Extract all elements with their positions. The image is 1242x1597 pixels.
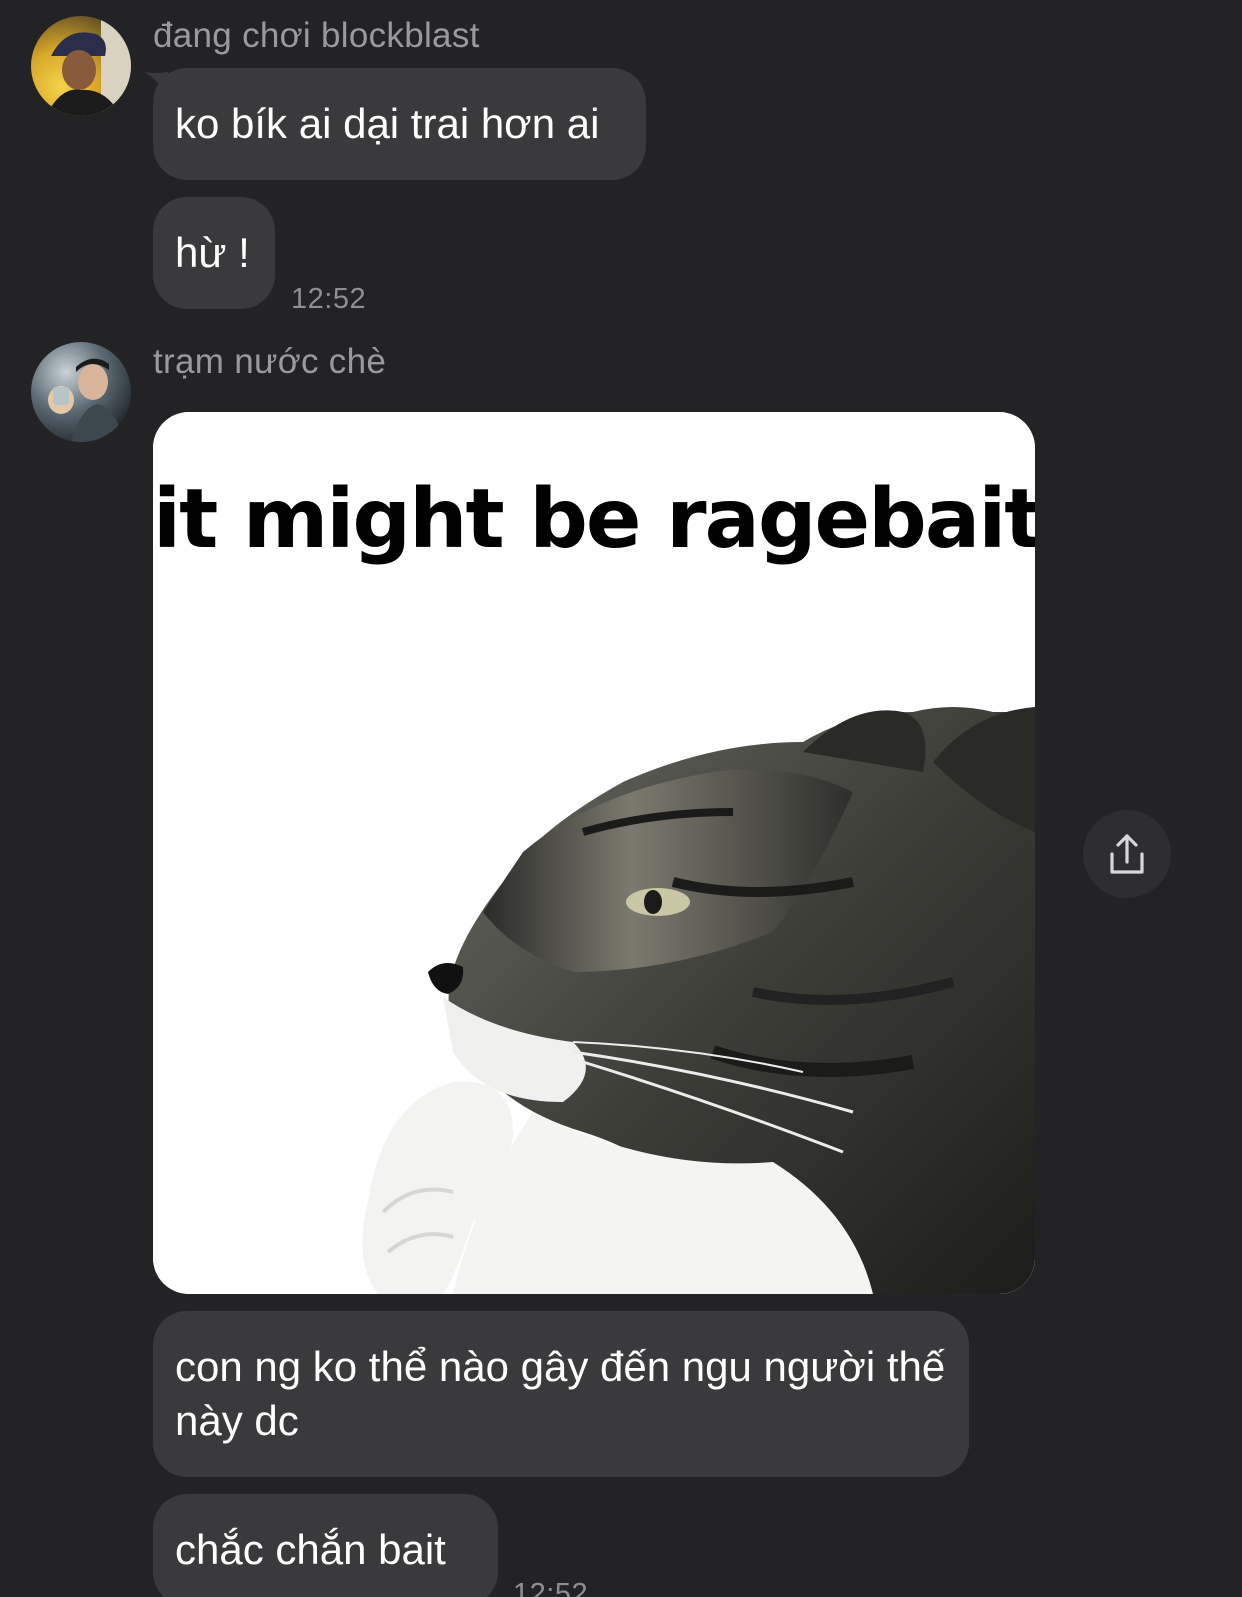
message-bubble[interactable]: chắc chắn bait — [153, 1494, 498, 1597]
image-message[interactable]: it might be ragebait — [153, 412, 1035, 1294]
message-bubble[interactable]: con ng ko thể nào gây đến ngu người thế … — [153, 1311, 969, 1477]
sender-name: trạm nước chè — [153, 342, 387, 381]
share-icon — [1110, 834, 1144, 874]
chat-screen: đang chơi blockblast ko bík ai dại trai … — [0, 0, 1242, 1597]
message-bubble[interactable]: ko bík ai dại trai hơn ai — [153, 68, 646, 180]
avatar-photo — [31, 342, 131, 442]
avatar-tram-nuoc-che[interactable] — [31, 342, 131, 442]
message-timestamp: 12:52 — [291, 283, 367, 315]
message-text: ko bík ai dại trai hơn ai — [175, 100, 600, 147]
message-timestamp: 12:52 — [513, 1578, 589, 1597]
message-text: hừ ! — [175, 229, 250, 276]
sender-name: đang chơi blockblast — [153, 16, 480, 55]
message-bubble[interactable]: hừ ! — [153, 197, 275, 309]
avatar-dang-choi-blockblast[interactable] — [31, 16, 131, 116]
share-button[interactable] — [1083, 810, 1171, 898]
message-text: con ng ko thể nào gây đến ngu người thế … — [175, 1343, 946, 1444]
message-text: chắc chắn bait — [175, 1526, 446, 1573]
image-caption-text: it might be ragebait — [153, 472, 1035, 567]
avatar-photo — [31, 16, 131, 116]
